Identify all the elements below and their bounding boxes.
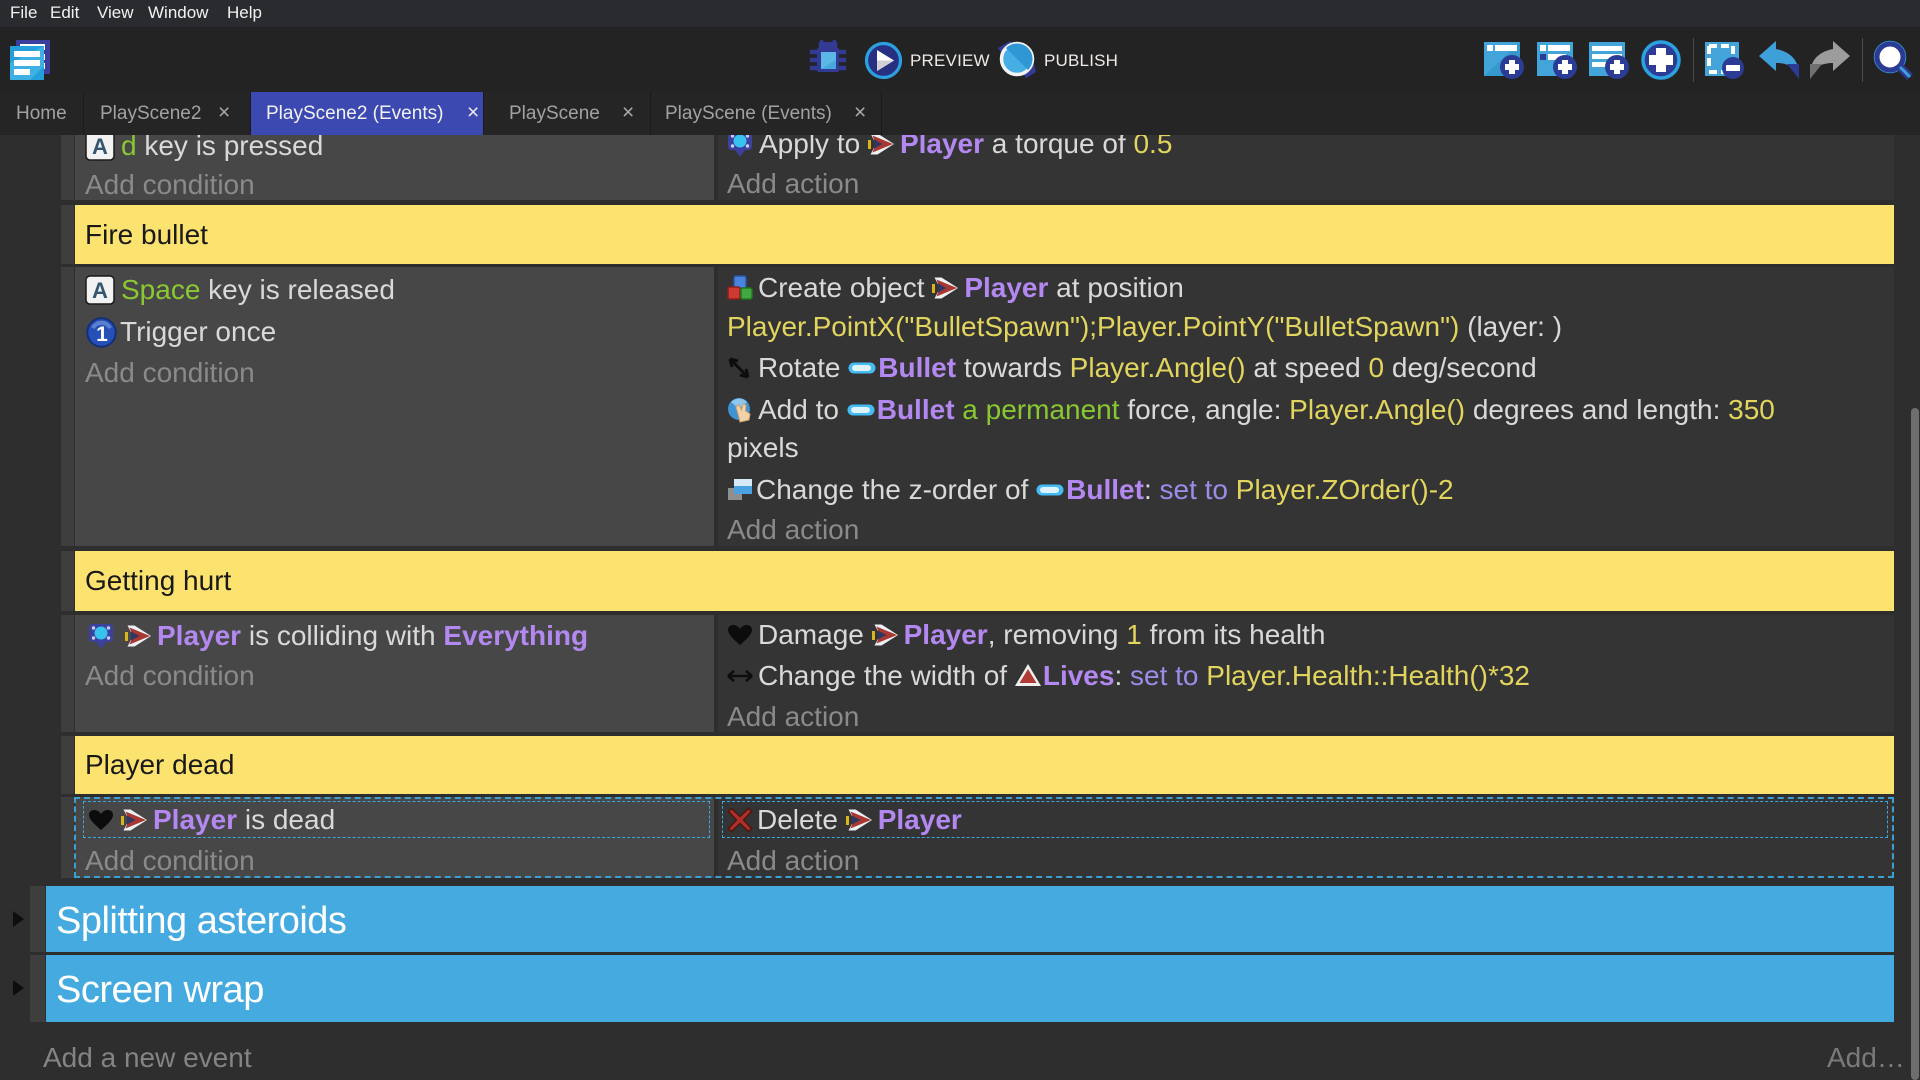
svg-text:A: A — [92, 278, 108, 303]
svg-text:A: A — [92, 134, 108, 159]
svg-text:1: 1 — [96, 323, 108, 346]
